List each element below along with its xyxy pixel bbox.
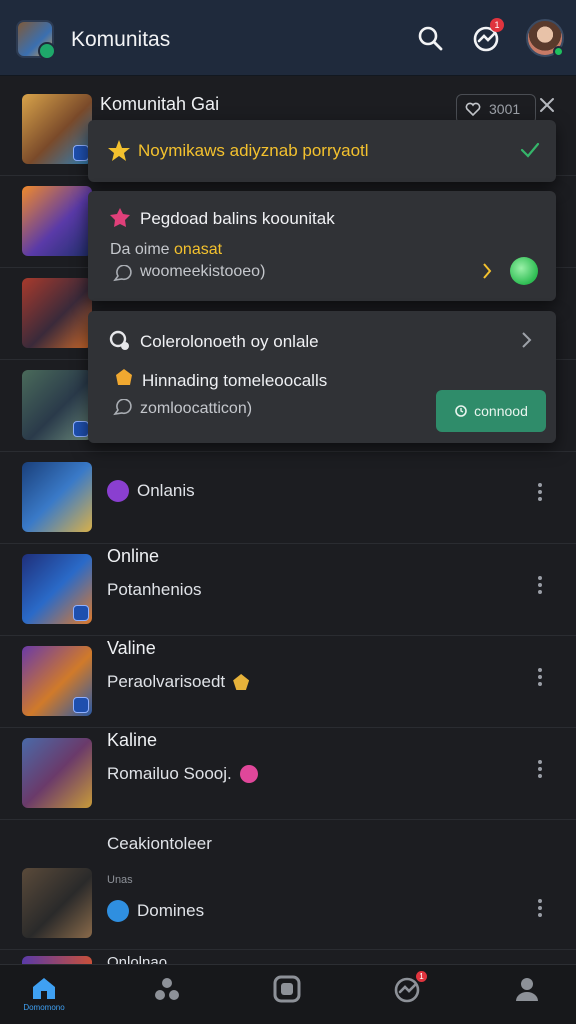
community-thumbnail	[22, 554, 92, 624]
chevron-right-icon	[483, 263, 492, 279]
profile-icon	[516, 978, 538, 1001]
messages-icon[interactable]: 1	[470, 18, 504, 54]
community-subtitle: Peraolvarisoedt	[107, 672, 226, 691]
community-row-9[interactable]: Unas Domines	[0, 866, 576, 950]
menu-item-3[interactable]: Colerolonoeth oy onlale Hinnading tomele…	[88, 311, 556, 443]
menu-item-subtitle: Hinnading tomeleoocalls	[142, 371, 328, 390]
more-options-icon[interactable]	[531, 896, 549, 920]
messages-tab-badge: 1	[416, 971, 427, 982]
menu-item-meta: woomeekistooeo)	[140, 263, 266, 280]
profile-avatar[interactable]	[526, 19, 564, 57]
tab-games[interactable]	[257, 975, 317, 1015]
home-icon	[33, 978, 55, 999]
more-options-icon[interactable]	[531, 480, 549, 504]
community-thumbnail	[22, 278, 92, 348]
community-thumbnail	[22, 462, 92, 532]
flower-icon	[110, 208, 130, 227]
community-title: Valine	[107, 638, 156, 658]
community-row-5[interactable]: Onlanis	[0, 452, 576, 544]
tab-home-label: Domomono	[23, 1003, 65, 1012]
tab-friends[interactable]	[137, 975, 197, 1015]
chevron-right-icon[interactable]	[520, 331, 532, 349]
platform-badge-icon	[73, 697, 89, 713]
star-icon	[108, 140, 130, 161]
menu-item-2[interactable]: Pegdoad balins koounitak Da oime onasat …	[88, 191, 556, 301]
bottom-tab-bar: Domomono 1	[0, 964, 576, 1024]
community-logo[interactable]	[16, 20, 56, 60]
community-title: Kaline	[107, 730, 158, 750]
check-icon	[520, 142, 540, 158]
game-icon	[107, 900, 129, 922]
group-icon	[109, 330, 129, 350]
close-icon[interactable]	[538, 96, 556, 119]
menu-item-1[interactable]: Noymikaws adiyznab porryaotl	[88, 120, 556, 182]
top-app-bar: Komunitas 1	[0, 0, 576, 76]
connect-icon	[455, 405, 467, 417]
detail-highlight: onasat	[174, 241, 223, 258]
community-thumbnail	[22, 186, 92, 256]
messages-badge: 1	[490, 18, 504, 32]
more-options-icon[interactable]	[531, 757, 549, 781]
menu-item-detail: Da oime onasat	[110, 241, 222, 259]
section-heading: Ceakiontoleer	[107, 834, 212, 853]
community-title: Onlolnao	[107, 954, 168, 964]
more-options-icon[interactable]	[531, 573, 549, 597]
online-status-dot	[553, 46, 564, 57]
puzzle-icon	[116, 369, 132, 385]
page-title: Komunitas	[71, 28, 171, 51]
friends-icon	[155, 978, 179, 1000]
chat-icon	[113, 265, 132, 282]
community-row-8[interactable]: Kaline Romailuo Soooj.	[0, 728, 576, 820]
platform-badge-icon	[73, 605, 89, 621]
music-icon	[107, 480, 129, 502]
like-count: 3001	[489, 101, 521, 117]
trophy-icon	[233, 674, 250, 690]
platform-badge-icon	[73, 145, 89, 161]
community-subtitle-wrap: Romailuo Soooj.	[107, 764, 258, 784]
game-controller-icon	[273, 975, 301, 1003]
community-subtitle: Romailuo Soooj.	[107, 764, 232, 783]
community-thumbnail	[22, 94, 92, 164]
platform-badge-icon	[73, 421, 89, 437]
community-title: Online	[107, 546, 160, 566]
community-subtitle: Domines	[137, 901, 205, 920]
chat-icon	[113, 399, 132, 416]
community-subtitle-wrap: Onlanis	[107, 480, 195, 502]
menu-item-label: Noymikaws adiyznab porryaotl	[138, 141, 369, 160]
heart-badge-icon	[239, 765, 258, 783]
community-thumbnail	[22, 370, 92, 440]
community-thumbnail	[22, 646, 92, 716]
community-tag: Unas	[107, 874, 133, 886]
online-indicator-icon	[510, 257, 538, 285]
menu-item-meta: zomloocatticon)	[140, 400, 253, 417]
detail-prefix: Da oime	[110, 241, 170, 258]
search-icon[interactable]	[414, 22, 446, 54]
community-subtitle-wrap: Peraolvarisoedt	[107, 672, 250, 692]
tab-home[interactable]: Domomono	[14, 975, 74, 1015]
heart-icon	[465, 102, 481, 116]
community-subtitle: Onlanis	[137, 481, 195, 500]
community-subtitle: Potanhenios	[107, 580, 202, 599]
community-subtitle-wrap: Domines	[107, 900, 204, 922]
menu-item-title: Colerolonoeth oy onlale	[140, 332, 319, 351]
more-options-icon[interactable]	[531, 665, 549, 689]
tab-profile[interactable]	[497, 975, 557, 1015]
menu-item-title: Pegdoad balins koounitak	[140, 209, 335, 228]
connect-button[interactable]: connood	[436, 390, 546, 432]
community-thumbnail	[22, 868, 92, 938]
community-row-6[interactable]: Online Potanhenios	[0, 544, 576, 636]
tab-messages[interactable]: 1	[377, 971, 437, 1015]
community-row-7[interactable]: Valine Peraolvarisoedt	[0, 636, 576, 728]
community-thumbnail	[22, 738, 92, 808]
community-title: Komunitah Gai	[100, 94, 220, 114]
connect-button-label: connood	[474, 403, 528, 419]
